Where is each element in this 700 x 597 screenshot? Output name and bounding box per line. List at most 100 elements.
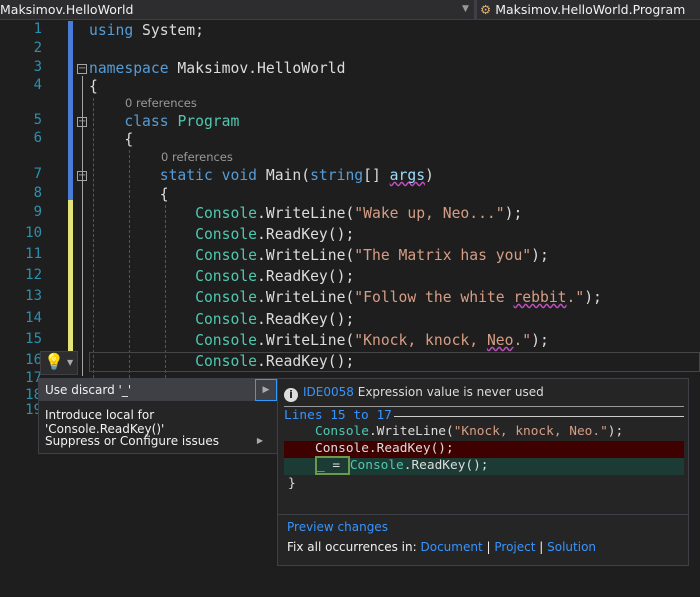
code-line: Console.WriteLine("Knock, knock, Neo."); bbox=[89, 332, 549, 352]
code-line: { bbox=[89, 78, 98, 98]
code-token: static void bbox=[89, 167, 258, 184]
diagnostic-message: Expression value is never used bbox=[357, 385, 544, 399]
code-token: Console bbox=[89, 247, 258, 264]
fix-document-link[interactable]: Document bbox=[421, 540, 483, 554]
project-name: Maksimov.HelloWorld bbox=[0, 2, 134, 17]
code-token: ); bbox=[531, 332, 549, 349]
quick-actions-menu: Use discard '_' ▶ Introduce local for 'Co… bbox=[38, 378, 278, 454]
collapse-class-icon[interactable]: − bbox=[77, 117, 87, 127]
separator: | bbox=[539, 540, 544, 554]
code-token: Console bbox=[89, 353, 258, 370]
line-number: 12 bbox=[25, 267, 42, 283]
menu-item-label: Use discard '_' bbox=[45, 383, 132, 397]
code-line: Console.WriteLine("Follow the white rebb… bbox=[89, 289, 602, 309]
code-token: .ReadKey(); bbox=[257, 268, 355, 285]
project-dropdown[interactable]: Maksimov.HelloWorld bbox=[0, 2, 474, 19]
discard-insert: _ = bbox=[315, 456, 350, 475]
preview-line: Console.WriteLine("Knock, knock, Neo."); bbox=[315, 424, 624, 439]
class-icon: ⚙ bbox=[480, 2, 492, 17]
code-token: System; bbox=[133, 22, 204, 39]
code-token: ) bbox=[425, 167, 434, 184]
code-token: using bbox=[89, 22, 134, 39]
code-token: namespace bbox=[89, 60, 169, 77]
line-number: 2 bbox=[33, 40, 42, 56]
code-token: Console bbox=[89, 332, 258, 349]
code-lens-references[interactable]: 0 references bbox=[161, 150, 233, 164]
code-token: ." bbox=[566, 289, 585, 306]
line-number: 10 bbox=[25, 225, 42, 241]
code-token: "The Matrix has you" bbox=[354, 247, 532, 264]
code-token: Console bbox=[89, 311, 258, 328]
code-line: { bbox=[89, 186, 169, 206]
submenu-arrow-icon[interactable]: ▶ bbox=[255, 379, 277, 401]
code-line: Console.WriteLine("Wake up, Neo..."); bbox=[89, 205, 522, 225]
lightbulb-button[interactable]: 💡 ▼ bbox=[40, 351, 78, 375]
collapse-namespace-icon[interactable]: − bbox=[77, 64, 87, 74]
fix-project-link[interactable]: Project bbox=[494, 540, 535, 554]
code-token: string bbox=[310, 167, 364, 184]
code-line: static void Main(string[] args) bbox=[89, 167, 434, 187]
code-line: Console.WriteLine("The Matrix has you"); bbox=[89, 247, 549, 267]
diagnostic-header: i IDE0058 Expression value is never used bbox=[284, 385, 684, 407]
code-token: Console bbox=[89, 226, 258, 243]
change-bar-saved bbox=[68, 21, 73, 189]
class-dropdown[interactable]: ⚙ Maksimov.HelloWorld.Program bbox=[480, 2, 685, 17]
code-token: rebbit bbox=[513, 289, 567, 306]
info-icon: i bbox=[284, 388, 298, 402]
chevron-down-icon: ▼ bbox=[67, 358, 74, 367]
code-token: { bbox=[89, 186, 169, 203]
lightbulb-icon: 💡 bbox=[44, 352, 64, 371]
menu-item-label: Suppress or Configure issues bbox=[45, 434, 219, 448]
code-line: Console.ReadKey(); bbox=[89, 226, 354, 246]
line-range: Lines 15 to 17 bbox=[284, 408, 396, 423]
code-token: .WriteLine( bbox=[257, 247, 355, 264]
code-token: Console bbox=[89, 289, 258, 306]
menu-item-use-discard[interactable]: Use discard '_' ▶ bbox=[39, 379, 277, 401]
chevron-down-icon[interactable]: ▼ bbox=[462, 4, 469, 14]
change-bar-saved bbox=[68, 189, 73, 200]
code-token: "Follow the white bbox=[354, 289, 514, 306]
code-token: .ReadKey(); bbox=[257, 226, 355, 243]
divider bbox=[394, 416, 684, 417]
code-token: .ReadKey(); bbox=[257, 311, 355, 328]
menu-item-introduce-local[interactable]: Introduce local for 'Console.ReadKey()' bbox=[39, 404, 277, 436]
line-number: 8 bbox=[33, 185, 42, 201]
code-token: .WriteLine( bbox=[257, 332, 355, 349]
code-token: ); bbox=[504, 205, 523, 222]
code-token: .WriteLine( bbox=[257, 205, 355, 222]
code-line: namespace Maksimov.HelloWorld bbox=[89, 60, 345, 80]
code-line: Console.ReadKey(); bbox=[89, 353, 354, 373]
change-bar-unsaved bbox=[68, 200, 73, 360]
code-token: "Knock, knock, bbox=[354, 332, 487, 349]
code-token: ); bbox=[531, 247, 549, 264]
code-token: "Wake up, Neo..." bbox=[354, 205, 505, 222]
code-lens-references[interactable]: 0 references bbox=[125, 96, 197, 110]
line-number: 7 bbox=[33, 166, 42, 182]
preview-footer: Preview changes Fix all occurrences in: … bbox=[278, 514, 688, 566]
fix-all-row: Fix all occurrences in: Document | Proje… bbox=[287, 540, 596, 554]
line-number: 5 bbox=[33, 112, 42, 128]
preview-changes-link[interactable]: Preview changes bbox=[287, 520, 388, 534]
separator: | bbox=[486, 540, 491, 554]
line-number: 15 bbox=[25, 331, 42, 347]
code-token: Maksimov.HelloWorld bbox=[168, 60, 346, 77]
submenu-arrow-icon: ▶ bbox=[256, 436, 263, 445]
menu-item-suppress-configure[interactable]: Suppress or Configure issues ▶ bbox=[39, 430, 277, 452]
code-token: Neo bbox=[486, 332, 514, 349]
code-line: using System; bbox=[89, 22, 204, 42]
preview-line: } bbox=[288, 476, 296, 491]
code-token: [] bbox=[363, 167, 390, 184]
code-line: { bbox=[89, 131, 133, 151]
code-line: Console.ReadKey(); bbox=[89, 268, 354, 288]
code-line: class Program bbox=[89, 113, 239, 133]
line-number: 9 bbox=[33, 204, 42, 220]
code-token: Console bbox=[89, 205, 258, 222]
code-token: .WriteLine( bbox=[257, 289, 355, 306]
code-line: Console.ReadKey(); bbox=[89, 311, 354, 331]
line-number: 18 bbox=[25, 387, 42, 403]
diagnostic-id-link[interactable]: IDE0058 bbox=[303, 385, 354, 399]
preview-panel: i IDE0058 Expression value is never used … bbox=[277, 378, 689, 566]
collapse-method-icon[interactable]: − bbox=[77, 171, 87, 181]
fix-solution-link[interactable]: Solution bbox=[547, 540, 596, 554]
line-number: 17 bbox=[25, 370, 42, 386]
